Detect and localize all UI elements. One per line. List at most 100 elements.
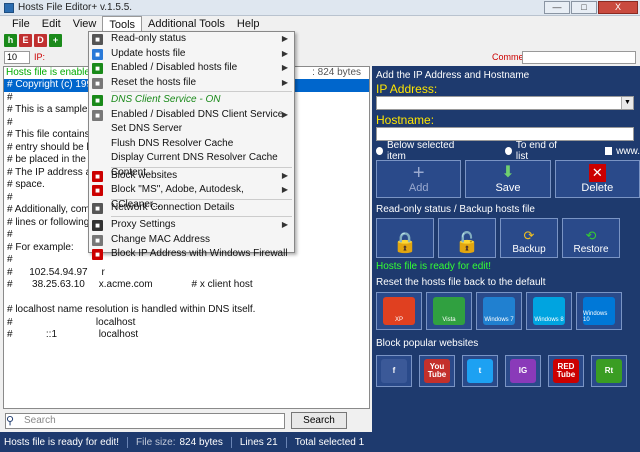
add-icon[interactable]: +	[49, 33, 62, 47]
radio-end-label: To end of list	[515, 140, 558, 162]
block-section-title: Block popular websites	[376, 338, 479, 349]
tools-menu-item[interactable]: ■ Enabled / Disabled DNS Client Service ▶	[89, 108, 294, 123]
submenu-arrow-icon: ▶	[281, 34, 288, 43]
radio-end-of-list[interactable]	[504, 147, 512, 155]
tools-menu-item-label: Change MAC Address	[111, 233, 210, 245]
status-selected: Total selected 1	[294, 436, 365, 448]
ready-status: Hosts file is ready for edit!	[376, 261, 492, 272]
www-checkbox[interactable]	[605, 147, 613, 155]
reset-os-button[interactable]: Vista	[426, 292, 472, 330]
reset-os-button[interactable]: Windows 8	[526, 292, 572, 330]
site-logo-icon: f	[381, 359, 407, 383]
reset-os-button[interactable]: Windows 7	[476, 292, 522, 330]
dns-icon: ■	[92, 109, 103, 121]
tools-menu-item[interactable]: ■ Block IP Address with Windows Firewall	[89, 247, 294, 262]
status-ready: Hosts file is ready for edit!	[4, 436, 129, 448]
maximize-button[interactable]: □	[571, 1, 597, 14]
menu-edit[interactable]: Edit	[36, 16, 67, 32]
tools-menu-item[interactable]: Set DNS Server	[89, 122, 294, 137]
editor-line[interactable]: # 102.54.94.97 r	[4, 267, 369, 280]
hostname-input[interactable]	[376, 127, 634, 141]
reset-os-button[interactable]: Windows 10	[576, 292, 622, 330]
submenu-arrow-icon: ▶	[281, 48, 288, 58]
radio-below-label: Below selected item	[387, 140, 455, 162]
editor-line[interactable]: # ::1 localhost	[4, 329, 369, 342]
site-logo-icon: t	[467, 359, 493, 383]
tools-menu-item[interactable]: ■ Proxy Settings ▶	[89, 218, 294, 233]
search-button[interactable]: Search	[291, 412, 347, 429]
save-button-label: Save	[495, 182, 521, 194]
line-number-field[interactable]: 10	[4, 50, 30, 64]
menu-view[interactable]: View	[67, 16, 103, 32]
tools-menu-item[interactable]: ■ Network Connection Details	[89, 201, 294, 216]
comment-field[interactable]	[522, 50, 636, 64]
tools-menu-item-label: Update hosts file	[111, 47, 186, 59]
tools-menu-item[interactable]: Flush DNS Resolver Cache	[89, 137, 294, 152]
minimize-button[interactable]: —	[544, 1, 570, 14]
chevron-down-icon[interactable]: ▼	[621, 97, 633, 109]
lock-button[interactable]: 🔒	[376, 218, 434, 258]
editor-line[interactable]: # 38.25.63.10 x.acme.com # x client host	[4, 279, 369, 292]
radio-below-selected[interactable]	[376, 147, 383, 155]
e-icon[interactable]: E	[19, 33, 32, 47]
unlock-button[interactable]: 🔓	[438, 218, 496, 258]
add-section-title: Add the IP Address and Hostname	[376, 70, 530, 81]
delete-button-label: Delete	[581, 182, 614, 194]
tools-menu-item[interactable]: ■ Block "MS", Adobe, Autodesk, CCleaner..…	[89, 183, 294, 210]
block-site-button[interactable]: Rt	[591, 355, 627, 387]
window-controls: — □ X	[544, 1, 638, 14]
dns-on-icon: ■	[92, 95, 103, 106]
submenu-arrow-icon: ▶	[281, 185, 288, 194]
tools-menu-item-label: Network Connection Details	[111, 201, 235, 213]
backup-button[interactable]: ⟳ Backup	[500, 218, 558, 258]
save-button[interactable]: ⬇ Save	[465, 160, 551, 198]
reset-os-button[interactable]: XP	[376, 292, 422, 330]
h-icon[interactable]: h	[4, 33, 17, 47]
block-site-button[interactable]: f	[376, 355, 412, 387]
unlock-icon: 🔓	[454, 232, 480, 254]
menu-help[interactable]: Help	[231, 16, 266, 32]
status-lines: Lines 21	[240, 436, 287, 448]
restore-button[interactable]: ⟲ Restore	[562, 218, 620, 258]
tools-menu-item[interactable]: ■ Read-only status ▶	[89, 32, 294, 47]
editor-status-right: : 824 bytes	[312, 67, 361, 78]
block-site-button[interactable]: t	[462, 355, 498, 387]
restore-button-label: Restore	[573, 244, 609, 255]
editor-line[interactable]: # localhost name resolution is handled w…	[4, 304, 369, 317]
menu-additional-tools[interactable]: Additional Tools	[142, 16, 231, 32]
menu-file[interactable]: File	[6, 16, 36, 32]
os-reset-buttons: XP Vista Windows 7 Windows 8 Windows 10	[372, 292, 640, 330]
tools-menu-item[interactable]: ■ Enabled / Disabled hosts file ▶	[89, 61, 294, 76]
tools-menu-item[interactable]: ■ Update hosts file ▶	[89, 47, 294, 62]
close-button[interactable]: X	[598, 1, 638, 14]
block-site-button[interactable]: You Tube	[419, 355, 455, 387]
block-ms-icon: ■	[92, 185, 103, 196]
os-logo-icon: XP	[383, 297, 415, 325]
tools-menu-item-label: Proxy Settings	[111, 219, 176, 230]
tools-menu-item[interactable]: ■ Change MAC Address	[89, 233, 294, 248]
tools-menu-item[interactable]: ■ Reset the hosts file ▶	[89, 76, 294, 91]
add-button[interactable]: + Add	[376, 160, 462, 198]
delete-button[interactable]: ✕ Delete	[554, 160, 640, 198]
block-site-button[interactable]: RED Tube	[548, 355, 584, 387]
menu-tools[interactable]: Tools	[102, 16, 143, 32]
block-site-buttons: f You Tube t IG RED Tube Rt	[372, 355, 640, 387]
window-title: Hosts File Editor+ v.1.5.5.	[18, 2, 133, 13]
search-input[interactable]: Search	[5, 412, 285, 429]
tools-menu-item[interactable]: Display Current DNS Resolver Cache Conte…	[89, 151, 294, 178]
editor-line[interactable]: # localhost	[4, 317, 369, 330]
tools-menu-item[interactable]: ■ Block websites ▶	[89, 169, 294, 184]
backup-section-title: Read-only status / Backup hosts file	[376, 204, 535, 215]
d-icon[interactable]: D	[34, 33, 47, 47]
tools-menu-item[interactable]: ■ DNS Client Service - ON	[89, 93, 294, 108]
block-site-button[interactable]: IG	[505, 355, 541, 387]
os-logo-icon: Windows 7	[483, 297, 515, 325]
ip-address-input[interactable]: ▼	[376, 96, 634, 110]
plus-icon: +	[412, 162, 425, 184]
submenu-arrow-icon: ▶	[281, 170, 288, 180]
submenu-arrow-icon: ▶	[281, 220, 288, 229]
status-size-label: File size:	[136, 436, 176, 448]
editor-line[interactable]	[4, 292, 369, 305]
submenu-arrow-icon: ▶	[281, 77, 288, 87]
tools-menu-item-label: DNS Client Service - ON	[111, 94, 221, 105]
